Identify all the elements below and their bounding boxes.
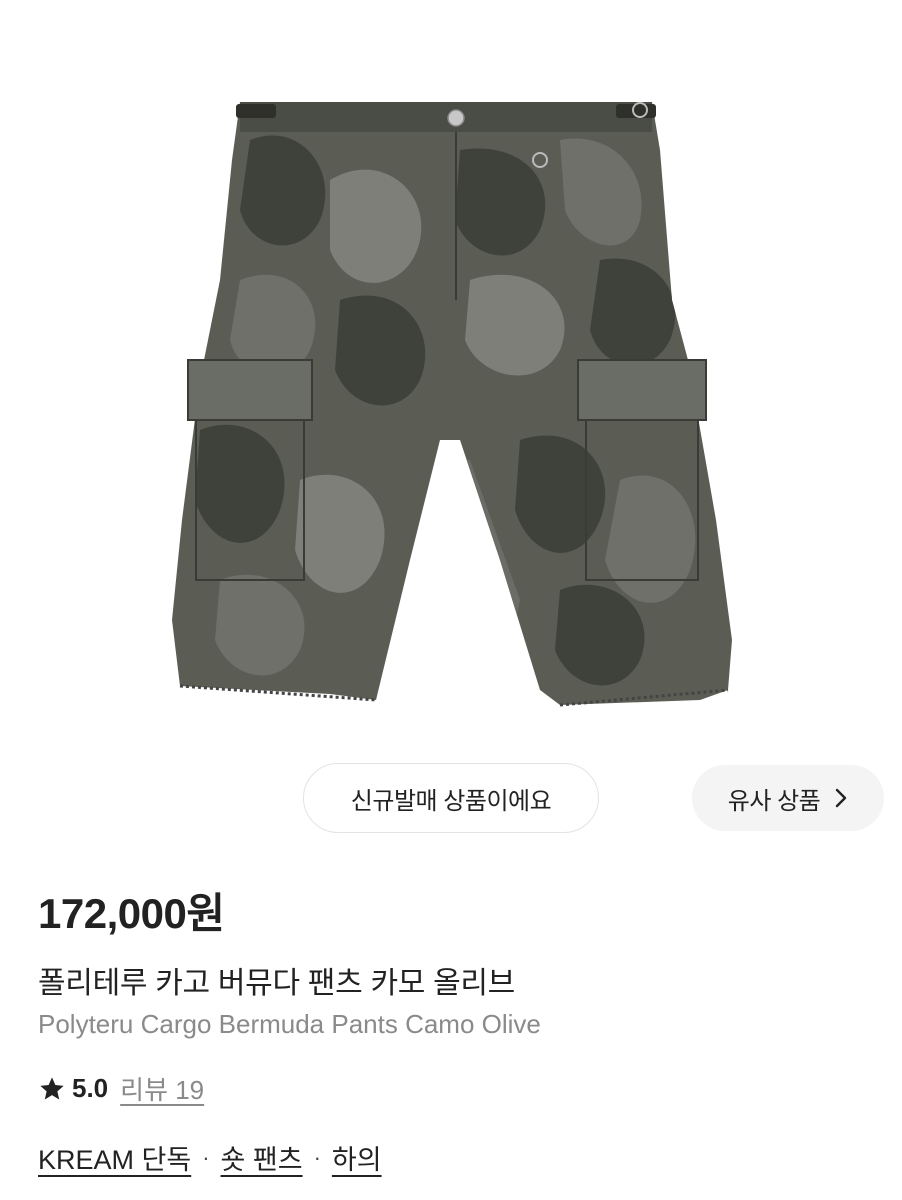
breadcrumb-separator: · bbox=[313, 1144, 321, 1170]
chevron-right-icon bbox=[836, 788, 847, 808]
star-icon bbox=[40, 1076, 64, 1099]
similar-products-label: 유사 상품 bbox=[727, 787, 821, 815]
new-release-badge: 신규발매 상품이에요 bbox=[303, 763, 599, 833]
product-name-english: Polyteru Cargo Bermuda Pants Camo Olive bbox=[38, 1009, 541, 1039]
breadcrumb-kream-exclusive[interactable]: KREAM 단독 bbox=[38, 1138, 191, 1177]
breadcrumb-bottoms[interactable]: 하의 bbox=[332, 1138, 382, 1177]
badge-row: 신규발매 상품이에요 유사 상품 bbox=[0, 760, 902, 840]
similar-products-button[interactable]: 유사 상품 bbox=[692, 765, 884, 831]
rating-row: 5.0 리뷰 19 bbox=[38, 1070, 204, 1107]
camo-shorts-illustration bbox=[172, 102, 732, 707]
new-release-badge-label: 신규발매 상품이에요 bbox=[350, 787, 552, 815]
rating-value: 5.0 bbox=[72, 1073, 109, 1103]
product-image[interactable] bbox=[0, 0, 902, 750]
breadcrumb-separator: · bbox=[202, 1144, 210, 1170]
product-price: 172,000원 bbox=[38, 890, 225, 937]
review-count-link[interactable]: 리뷰 19 bbox=[120, 1070, 204, 1107]
product-name-korean: 폴리테루 카고 버뮤다 팬츠 카모 올리브 bbox=[38, 967, 515, 1000]
breadcrumb-short-pants[interactable]: 숏 팬츠 bbox=[221, 1138, 303, 1177]
breadcrumb: KREAM 단독 · 숏 팬츠 · 하의 bbox=[38, 1138, 382, 1177]
